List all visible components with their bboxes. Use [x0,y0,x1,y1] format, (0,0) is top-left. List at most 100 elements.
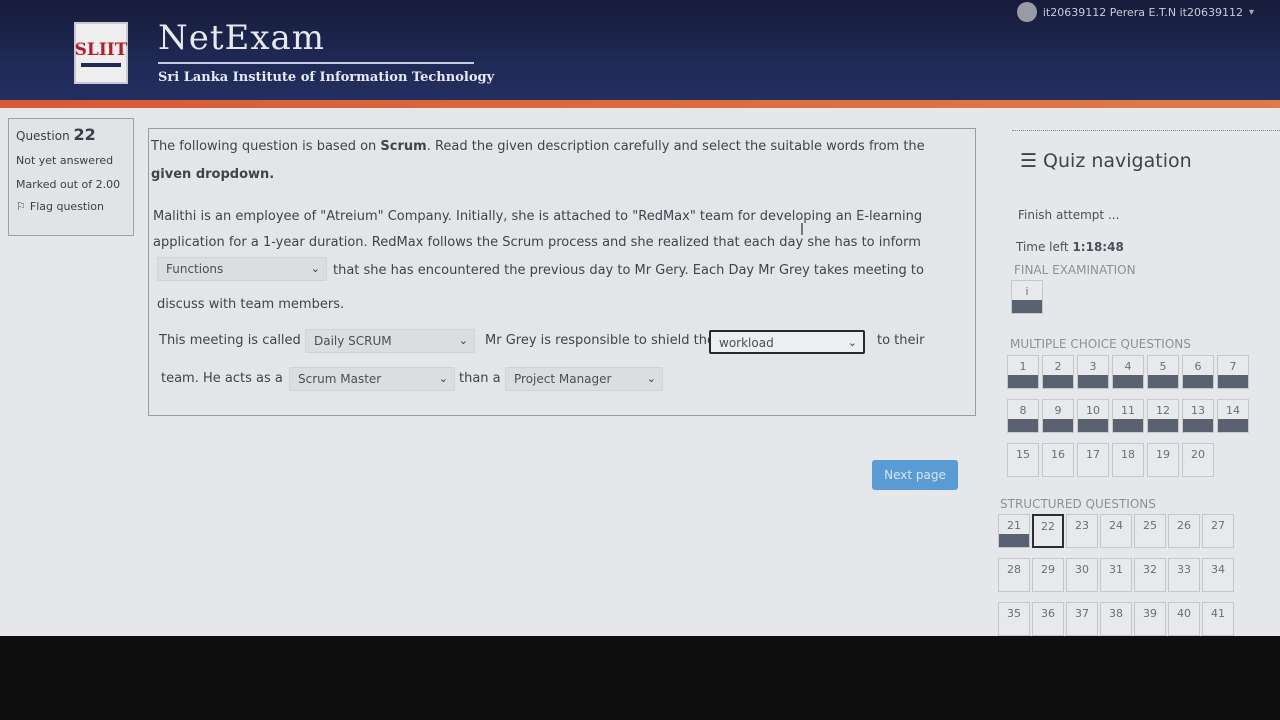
quiz-nav-button-i[interactable]: i [1011,280,1043,314]
quiz-nav-button-15[interactable]: 15 [1007,443,1039,477]
quiz-nav-button-31[interactable]: 31 [1100,558,1132,592]
flag-question-label[interactable]: Flag question [30,200,104,213]
quiz-nav-button-27[interactable]: 27 [1202,514,1234,548]
quiz-nav-button-41[interactable]: 41 [1202,602,1234,636]
quiz-nav-button-label[interactable]: 36 [1041,607,1055,620]
quiz-nav-button-label[interactable]: 34 [1211,563,1225,576]
quiz-nav-button-label[interactable]: 35 [1007,607,1021,620]
quiz-nav-button-19[interactable]: 19 [1147,443,1179,477]
flag-icon[interactable]: ⚐ [16,200,26,213]
chevron-down-icon[interactable]: ⌄ [459,334,468,347]
quiz-nav-button-label[interactable]: 10 [1086,404,1100,417]
quiz-nav-button-3[interactable]: 3 [1077,355,1109,389]
quiz-nav-button-label[interactable]: 41 [1211,607,1225,620]
user-menu[interactable]: it20639112 Perera E.T.N it20639112 ▾ [1016,0,1254,24]
quiz-nav-button-28[interactable]: 28 [998,558,1030,592]
next-page-button[interactable]: Next page [872,460,958,490]
quiz-nav-button-label[interactable]: 32 [1143,563,1157,576]
quiz-nav-button-label[interactable]: 16 [1051,448,1065,461]
hamburger-icon[interactable]: ☰ [1020,150,1037,172]
dropdown-4[interactable]: Scrum Master ⌄ [289,367,455,391]
dropdown-2-value[interactable]: Daily SCRUM [314,334,392,348]
quiz-nav-button-21[interactable]: 21 [998,514,1030,548]
quiz-nav-button-label[interactable]: 8 [1020,404,1027,417]
quiz-nav-button-14[interactable]: 14 [1217,399,1249,433]
quiz-nav-button-label[interactable]: 21 [1007,519,1021,532]
dropdown-2[interactable]: Daily SCRUM ⌄ [305,329,475,353]
quiz-nav-button-7[interactable]: 7 [1217,355,1249,389]
quiz-nav-button-22[interactable]: 22 [1032,514,1064,548]
chevron-down-icon[interactable]: ⌄ [311,262,320,275]
dropdown-3[interactable]: workload ⌄ [709,330,865,354]
quiz-nav-button-9[interactable]: 9 [1042,399,1074,433]
quiz-nav-button-34[interactable]: 34 [1202,558,1234,592]
quiz-nav-button-label[interactable]: 31 [1109,563,1123,576]
chevron-down-icon[interactable]: ⌄ [647,372,656,385]
quiz-nav-button-38[interactable]: 38 [1100,602,1132,636]
quiz-nav-button-11[interactable]: 11 [1112,399,1144,433]
quiz-nav-button-35[interactable]: 35 [998,602,1030,636]
quiz-nav-button-13[interactable]: 13 [1182,399,1214,433]
quiz-nav-button-label[interactable]: 6 [1195,360,1202,373]
quiz-nav-button-10[interactable]: 10 [1077,399,1109,433]
quiz-nav-button-label[interactable]: 4 [1125,360,1132,373]
caret-down-icon[interactable]: ▾ [1249,7,1254,18]
quiz-nav-button-29[interactable]: 29 [1032,558,1064,592]
chevron-down-icon[interactable]: ⌄ [439,372,448,385]
quiz-nav-button-18[interactable]: 18 [1112,443,1144,477]
quiz-nav-button-label[interactable]: 37 [1075,607,1089,620]
quiz-nav-button-label[interactable]: 19 [1156,448,1170,461]
quiz-nav-button-label[interactable]: 27 [1211,519,1225,532]
quiz-nav-button-24[interactable]: 24 [1100,514,1132,548]
dropdown-1-value[interactable]: Functions [166,262,223,276]
quiz-nav-button-label[interactable]: 12 [1156,404,1170,417]
quiz-nav-button-label[interactable]: 13 [1191,404,1205,417]
user-name[interactable]: it20639112 Perera E.T.N it20639112 [1043,6,1243,19]
quiz-nav-button-label[interactable]: 7 [1230,360,1237,373]
quiz-nav-button-label[interactable]: 40 [1177,607,1191,620]
quiz-nav-button-label[interactable]: i [1025,285,1028,298]
quiz-nav-button-36[interactable]: 36 [1032,602,1064,636]
quiz-nav-button-label[interactable]: 11 [1121,404,1135,417]
quiz-nav-button-label[interactable]: 15 [1016,448,1030,461]
quiz-nav-button-26[interactable]: 26 [1168,514,1200,548]
quiz-nav-button-label[interactable]: 5 [1160,360,1167,373]
quiz-nav-button-label[interactable]: 23 [1075,519,1089,532]
quiz-nav-button-39[interactable]: 39 [1134,602,1166,636]
quiz-nav-button-17[interactable]: 17 [1077,443,1109,477]
finish-attempt-link[interactable]: Finish attempt ... [1018,208,1119,222]
quiz-nav-button-label[interactable]: 2 [1055,360,1062,373]
quiz-nav-button-33[interactable]: 33 [1168,558,1200,592]
flag-question-link[interactable]: ⚐ Flag question [16,200,126,213]
quiz-nav-button-label[interactable]: 33 [1177,563,1191,576]
quiz-nav-button-label[interactable]: 28 [1007,563,1021,576]
avatar[interactable] [1016,2,1037,22]
quiz-nav-button-40[interactable]: 40 [1168,602,1200,636]
quiz-nav-button-label[interactable]: 39 [1143,607,1157,620]
quiz-nav-button-5[interactable]: 5 [1147,355,1179,389]
quiz-nav-button-20[interactable]: 20 [1182,443,1214,477]
quiz-nav-button-label[interactable]: 1 [1020,360,1027,373]
quiz-nav-button-label[interactable]: 14 [1226,404,1240,417]
dropdown-5-value[interactable]: Project Manager [514,372,611,386]
quiz-nav-button-23[interactable]: 23 [1066,514,1098,548]
dropdown-1[interactable]: Functions ⌄ [157,257,327,281]
quiz-nav-button-label[interactable]: 9 [1055,404,1062,417]
quiz-nav-button-label[interactable]: 38 [1109,607,1123,620]
quiz-nav-button-2[interactable]: 2 [1042,355,1074,389]
quiz-nav-button-label[interactable]: 3 [1090,360,1097,373]
quiz-nav-button-label[interactable]: 29 [1041,563,1055,576]
quiz-nav-button-32[interactable]: 32 [1134,558,1166,592]
quiz-nav-button-16[interactable]: 16 [1042,443,1074,477]
chevron-down-icon[interactable]: ⌄ [848,336,857,349]
dropdown-5[interactable]: Project Manager ⌄ [505,367,663,391]
quiz-nav-button-30[interactable]: 30 [1066,558,1098,592]
quiz-nav-button-label[interactable]: 22 [1041,520,1055,533]
quiz-nav-button-37[interactable]: 37 [1066,602,1098,636]
quiz-nav-button-label[interactable]: 24 [1109,519,1123,532]
quiz-nav-button-label[interactable]: 25 [1143,519,1157,532]
quiz-nav-button-label[interactable]: 30 [1075,563,1089,576]
dropdown-4-value[interactable]: Scrum Master [298,372,381,386]
quiz-nav-button-label[interactable]: 18 [1121,448,1135,461]
quiz-nav-button-8[interactable]: 8 [1007,399,1039,433]
